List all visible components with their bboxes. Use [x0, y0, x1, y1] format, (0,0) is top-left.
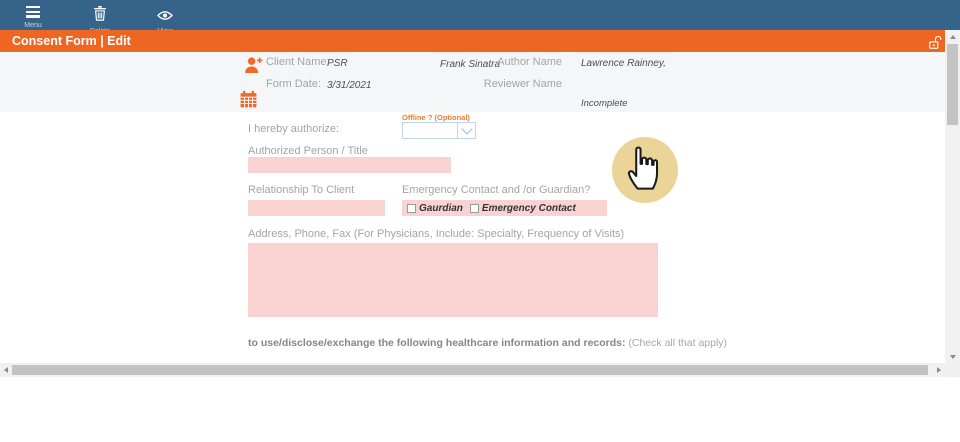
menu-icon	[26, 6, 40, 20]
menu-button-label: Menu	[24, 22, 42, 29]
disclosure-statement: to use/disclose/exchange the following h…	[248, 337, 727, 349]
scroll-down-icon[interactable]	[945, 350, 960, 363]
horizontal-scrollbar-thumb[interactable]	[12, 365, 928, 375]
client-name-label: Client Name:	[266, 56, 330, 68]
emergency-contact-checkbox-box[interactable]	[470, 204, 479, 213]
authorize-label: I hereby authorize:	[248, 123, 339, 135]
vertical-scrollbar-thumb[interactable]	[947, 44, 958, 125]
address-textarea[interactable]	[248, 243, 658, 317]
offline-dropdown[interactable]	[402, 122, 476, 139]
chevron-down-icon[interactable]	[457, 123, 475, 138]
offline-optional-label: Offline ? (Optional)	[402, 113, 470, 122]
authorized-person-input[interactable]	[248, 157, 451, 173]
status-badge: Incomplete	[581, 98, 627, 109]
emergency-contact-checkbox-label: Emergency Contact	[482, 203, 576, 214]
guardian-checkbox[interactable]: Gaurdian	[407, 203, 463, 214]
scroll-left-icon[interactable]	[0, 363, 11, 377]
calendar-icon[interactable]	[239, 90, 258, 114]
form-date-value[interactable]: 3/31/2021	[327, 80, 372, 91]
page-title: Consent Form | Edit	[12, 30, 131, 52]
client-code-value: PSR	[327, 58, 348, 69]
authorized-person-label: Authorized Person / Title	[248, 145, 368, 157]
consent-form-window: Menu Delete View	[0, 0, 960, 442]
form-date-label: Form Date:	[266, 78, 321, 90]
vertical-scrollbar[interactable]	[945, 30, 960, 363]
relationship-label: Relationship To Client	[248, 184, 354, 196]
guardian-emergency-checkbox-group: Gaurdian Emergency Contact	[402, 200, 607, 216]
address-label: Address, Phone, Fax (For Physicians, Inc…	[248, 228, 624, 240]
eye-icon	[157, 8, 173, 26]
title-bar: Consent Form | Edit	[0, 30, 945, 52]
client-add-icon	[242, 55, 263, 81]
delete-button[interactable]: Delete	[78, 0, 122, 30]
reviewer-name-label: Reviewer Name	[467, 78, 562, 90]
emergency-question-label: Emergency Contact and /or Guardian?	[402, 184, 590, 196]
top-toolbar: Menu Delete View	[0, 0, 960, 30]
guardian-checkbox-box[interactable]	[407, 204, 416, 213]
author-name-value: Lawrence Rainney,	[581, 58, 666, 69]
trash-icon	[93, 6, 107, 26]
horizontal-scrollbar[interactable]	[0, 363, 945, 377]
menu-button[interactable]: Menu	[11, 0, 55, 30]
view-button[interactable]: View	[143, 0, 187, 30]
offline-dropdown-value	[403, 123, 457, 138]
scroll-up-icon[interactable]	[945, 30, 960, 43]
scroll-right-icon[interactable]	[932, 363, 945, 377]
guardian-checkbox-label: Gaurdian	[419, 203, 463, 214]
author-name-label: Author Name	[467, 56, 562, 68]
scrollbar-corner	[945, 363, 960, 377]
cursor-icon	[623, 141, 661, 198]
emergency-contact-checkbox[interactable]: Emergency Contact	[470, 203, 576, 214]
disclosure-statement-bold: to use/disclose/exchange the following h…	[248, 337, 626, 349]
relationship-input[interactable]	[248, 200, 385, 216]
